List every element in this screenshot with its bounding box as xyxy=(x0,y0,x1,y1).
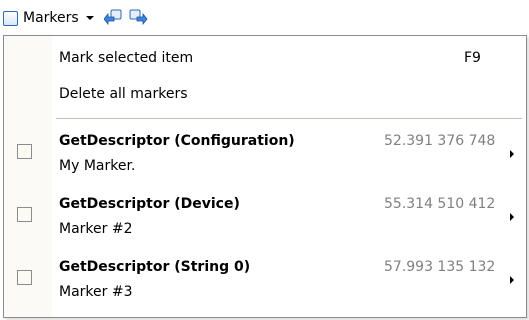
marker-name: GetDescriptor (Configuration) xyxy=(59,133,295,149)
marker-item[interactable]: GetDescriptor (Device) Marker #2 55.314 … xyxy=(4,189,526,249)
marker-note: Marker #3 xyxy=(59,284,133,300)
menu-item-label: Delete all markers xyxy=(59,86,188,102)
next-marker-icon xyxy=(129,9,148,26)
marker-timestamp: 52.391 376 748 xyxy=(384,133,496,149)
prev-marker-button[interactable] xyxy=(103,7,125,29)
marker-item[interactable]: GetDescriptor (Configuration) My Marker.… xyxy=(4,126,526,186)
marker-name: GetDescriptor (String 0) xyxy=(59,259,251,275)
marker-timestamp: 57.993 135 132 xyxy=(384,259,496,275)
menu-separator xyxy=(56,118,522,119)
markers-toolbar: Markers xyxy=(0,0,230,36)
marker-note: Marker #2 xyxy=(59,221,133,237)
marker-item[interactable]: GetDescriptor (String 0) Marker #3 57.99… xyxy=(4,252,526,312)
menu-item-mark-selected[interactable]: Mark selected item F9 xyxy=(4,42,526,74)
chevron-down-icon[interactable] xyxy=(85,16,94,20)
submenu-arrow-icon[interactable] xyxy=(510,276,514,284)
prev-marker-icon xyxy=(103,9,122,26)
marker-checkbox[interactable] xyxy=(17,207,32,222)
next-marker-button[interactable] xyxy=(127,7,149,29)
markers-dropdown-label[interactable]: Markers xyxy=(23,10,79,26)
marker-icon xyxy=(3,7,20,26)
marker-name: GetDescriptor (Device) xyxy=(59,196,240,212)
submenu-arrow-icon[interactable] xyxy=(510,213,514,221)
marker-checkbox[interactable] xyxy=(17,270,32,285)
marker-note: My Marker. xyxy=(59,158,136,174)
menu-item-label: Mark selected item xyxy=(59,50,194,66)
submenu-arrow-icon[interactable] xyxy=(510,150,514,158)
menu-item-shortcut: F9 xyxy=(464,50,481,66)
marker-checkbox[interactable] xyxy=(17,144,32,159)
markers-menu: Mark selected item F9 Delete all markers… xyxy=(3,35,527,318)
menu-item-delete-all-markers[interactable]: Delete all markers xyxy=(4,78,526,110)
marker-timestamp: 55.314 510 412 xyxy=(384,196,496,212)
